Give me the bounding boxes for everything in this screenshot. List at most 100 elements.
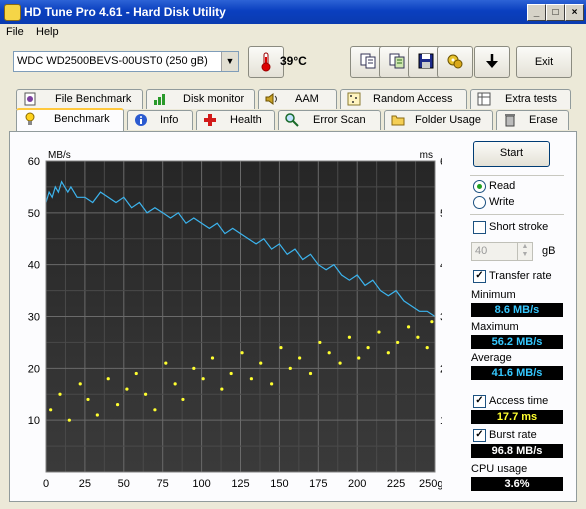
short-stroke-input[interactable]: 40 ▲ ▼: [471, 242, 533, 261]
temperature-button[interactable]: [248, 46, 284, 78]
access-time-point: [181, 397, 185, 402]
down-arrow-icon: [486, 54, 498, 68]
access-time-point: [406, 325, 411, 329]
drive-select[interactable]: WDC WD2500BEVS-00UST0 (250 gB) ▼: [13, 51, 239, 72]
access-time-point: [106, 377, 110, 381]
menu-file[interactable]: File: [6, 26, 24, 38]
access-time-point: [298, 356, 302, 360]
access-time-point: [377, 330, 381, 334]
average-value: 41.6 MB/s: [471, 366, 563, 380]
app-icon: [4, 4, 21, 21]
tab-file-benchmark[interactable]: File Benchmark: [16, 89, 143, 109]
close-button[interactable]: ×: [565, 4, 584, 21]
burst-rate-checkbox[interactable]: ✓: [473, 429, 486, 442]
trash-icon: [505, 114, 515, 127]
options-icon: [447, 54, 463, 69]
y2-tick-label: 10: [440, 415, 442, 427]
tab-aam[interactable]: AAM: [258, 89, 337, 109]
y-tick-label: 60: [28, 156, 40, 168]
access-time-point: [259, 361, 263, 365]
access-time-point: [153, 408, 157, 412]
tab-health[interactable]: Health: [196, 110, 275, 130]
read-label: Read: [489, 180, 516, 192]
menu-help[interactable]: Help: [36, 26, 59, 38]
access-time-point: [386, 351, 390, 355]
access-time-point: [95, 413, 99, 417]
burst-rate-value: 96.8 MB/s: [471, 444, 563, 458]
separator: [470, 214, 564, 215]
y2-tick-label: 40: [440, 260, 442, 272]
download-button[interactable]: [474, 46, 510, 78]
x-tick-label: 150: [270, 478, 288, 490]
short-stroke-value: 40: [475, 245, 488, 257]
access-time-value: 17.7 ms: [471, 410, 563, 424]
tab-random-access[interactable]: Random Access: [340, 89, 467, 109]
access-time-point: [58, 392, 62, 396]
tab-disk-monitor[interactable]: Disk monitor: [146, 89, 255, 109]
tab-benchmark[interactable]: Benchmark: [16, 108, 124, 131]
access-time-point: [366, 346, 370, 350]
tab-erase[interactable]: Erase: [496, 110, 569, 130]
options-button[interactable]: [437, 46, 473, 78]
cpu-usage-value: 3.6%: [471, 477, 563, 491]
maximum-value: 56.2 MB/s: [471, 335, 563, 349]
separator: [470, 175, 564, 176]
x-tick-label: 25: [79, 478, 91, 490]
x-tick-label: 175: [309, 478, 327, 490]
y-tick-label: 50: [28, 208, 40, 220]
minimize-button[interactable]: _: [527, 4, 546, 21]
access-time-point: [201, 377, 205, 381]
access-time-point: [318, 340, 322, 345]
access-time-point: [416, 335, 420, 339]
access-time-point: [338, 361, 342, 365]
access-time-point: [430, 320, 434, 324]
chevron-down-icon[interactable]: ▼: [221, 52, 238, 71]
access-time-point: [164, 361, 168, 365]
burst-rate-label: Burst rate: [489, 429, 537, 441]
tab-error-scan[interactable]: Error Scan: [278, 110, 381, 130]
access-time-label: Access time: [489, 395, 549, 407]
radio-selected-dot: [477, 184, 482, 189]
window-title: HD Tune Pro 4.61 - Hard Disk Utility: [24, 5, 226, 19]
x-tick-label: 0: [43, 478, 49, 490]
x-tick-label: 250gB: [419, 478, 442, 490]
access-time-point: [192, 366, 196, 370]
x-tick-label: 200: [348, 478, 366, 490]
random-access-icon: [347, 92, 361, 106]
temperature-readout: 39°C: [280, 54, 307, 68]
y2-tick-label: 30: [440, 312, 442, 324]
access-time-point: [86, 397, 90, 402]
transfer-rate-checkbox[interactable]: ✓: [473, 270, 486, 283]
short-stroke-checkbox[interactable]: [473, 221, 486, 234]
y2-tick-label: 60: [440, 156, 442, 168]
access-time-point: [270, 382, 274, 386]
access-time-point: [210, 356, 215, 360]
access-time-point: [308, 371, 313, 376]
read-radio[interactable]: [473, 180, 486, 193]
y-tick-label: 40: [28, 260, 40, 272]
x-tick-label: 75: [157, 478, 169, 490]
tab-extra-tests[interactable]: Extra tests: [470, 89, 571, 109]
spinner-arrows-icon[interactable]: ▲ ▼: [517, 243, 532, 260]
access-time-point: [327, 351, 331, 355]
cpu-usage-label: CPU usage: [471, 463, 528, 475]
extra-tests-icon: [477, 92, 491, 106]
maximize-button[interactable]: □: [546, 4, 565, 21]
access-time-checkbox[interactable]: ✓: [473, 395, 486, 408]
exit-button[interactable]: Exit: [516, 46, 572, 78]
disk-monitor-icon: [154, 94, 165, 105]
start-button[interactable]: Start: [473, 141, 550, 167]
tab-folder-usage[interactable]: Folder Usage: [384, 110, 493, 130]
transfer-rate-label: Transfer rate: [489, 270, 552, 282]
average-label: Average: [471, 352, 512, 364]
access-time-point: [425, 346, 429, 350]
access-time-point: [125, 387, 129, 391]
tab-info[interactable]: Info: [127, 110, 193, 130]
maximum-label: Maximum: [471, 321, 519, 333]
access-time-point: [229, 371, 233, 376]
y-tick-label: 30: [28, 312, 40, 324]
y-tick-label: 20: [28, 363, 40, 375]
write-radio[interactable]: [473, 196, 486, 209]
minimum-label: Minimum: [471, 289, 516, 301]
folder-icon: [391, 115, 405, 126]
